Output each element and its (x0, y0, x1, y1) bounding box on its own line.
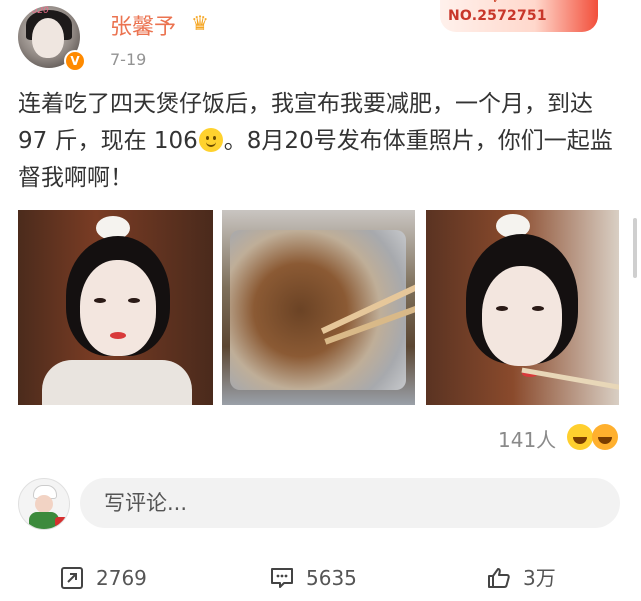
photo-lips (110, 332, 126, 339)
avatar-bag (55, 517, 67, 527)
share-icon (61, 567, 83, 589)
laugh-emoji-icon (567, 424, 593, 450)
crown-icon: ♛ (191, 11, 209, 35)
comment-icon (271, 568, 293, 588)
chopstick (521, 367, 619, 394)
reaction-count[interactable]: 141人 (498, 424, 556, 453)
badge-number: NO.2572751 (448, 8, 547, 24)
photo-face (482, 266, 562, 366)
photo-eye-left (496, 306, 508, 311)
photo-shoulders (42, 360, 192, 405)
like-count: 3万 (523, 566, 556, 590)
grin-emoji-icon (592, 424, 618, 450)
avatar-ring-text: 2020 (26, 6, 49, 16)
my-avatar[interactable] (18, 478, 70, 530)
smile-emoji-icon (198, 128, 223, 152)
avatar-face (35, 495, 53, 513)
post-text: 连着吃了四天煲仔饭后，我宣布我要减肥，一个月，到达 97 斤，现在 106 。8月… (18, 86, 623, 197)
post-date: 7-19 (110, 50, 147, 69)
fan-rank-badge[interactable]: V NO.2572751 (440, 0, 598, 32)
photo-3[interactable] (426, 210, 619, 405)
photo-2[interactable] (222, 210, 415, 405)
scrollbar[interactable] (633, 218, 637, 278)
avatar-face (32, 18, 64, 58)
username[interactable]: 张馨予 (110, 9, 176, 41)
photo-eye-right (128, 298, 140, 303)
verified-v-icon: V (64, 50, 86, 72)
food-tray (230, 230, 406, 390)
comment-count: 5635 (306, 566, 357, 590)
photo-eye-right (532, 306, 544, 311)
photo-1[interactable] (18, 210, 213, 405)
photo-eye-left (94, 298, 106, 303)
share-count: 2769 (96, 566, 147, 590)
comment-input[interactable]: 写评论... (80, 478, 620, 528)
thumbs-up-icon (488, 568, 510, 588)
photo-face (80, 260, 156, 356)
badge-top-text: V (492, 0, 500, 5)
